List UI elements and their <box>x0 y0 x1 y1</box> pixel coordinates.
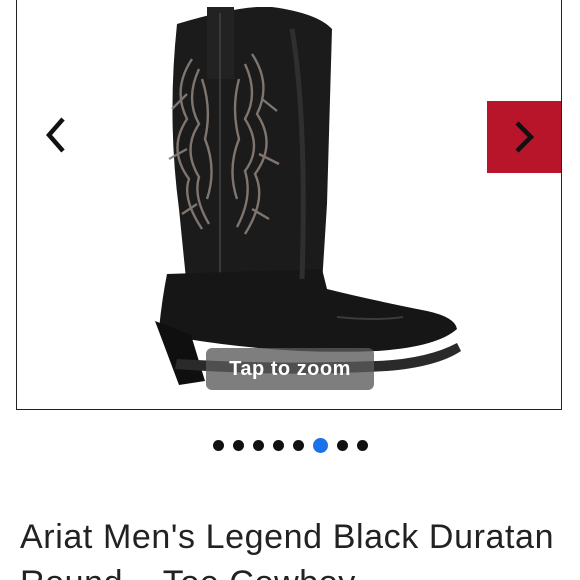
boot-image[interactable] <box>127 0 467 399</box>
pagination-dot[interactable] <box>252 439 264 451</box>
chevron-right-icon <box>515 121 535 153</box>
tap-to-zoom-label[interactable]: Tap to zoom <box>206 348 374 390</box>
gallery-pagination-dots <box>0 436 580 454</box>
pagination-dot-active[interactable] <box>312 437 328 453</box>
product-image-gallery[interactable]: Tap to zoom <box>16 0 562 410</box>
pagination-dot[interactable] <box>272 439 284 451</box>
pagination-dot[interactable] <box>212 439 224 451</box>
chevron-left-icon <box>46 117 65 153</box>
previous-image-button[interactable] <box>39 111 73 161</box>
pagination-dot[interactable] <box>232 439 244 451</box>
pagination-dot[interactable] <box>336 439 348 451</box>
next-image-button[interactable] <box>487 101 561 173</box>
pagination-dot[interactable] <box>356 439 368 451</box>
product-title: Ariat Men's Legend Black Duratan Round..… <box>20 518 555 580</box>
product-page: Tap to zoom Ariat Men's Legend Black Dur… <box>0 0 580 580</box>
pagination-dot[interactable] <box>292 439 304 451</box>
